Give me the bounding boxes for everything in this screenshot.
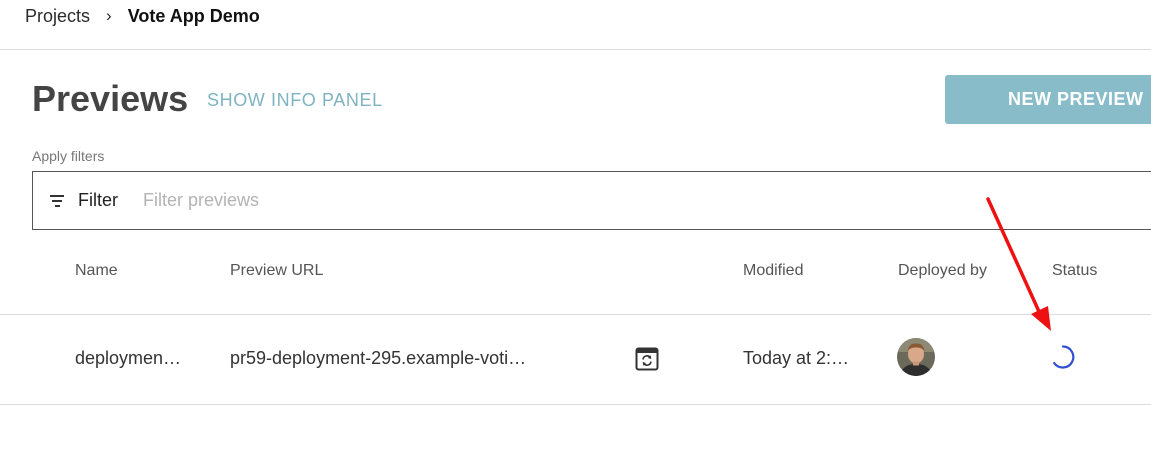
breadcrumb: Projects › Vote App Demo bbox=[25, 4, 260, 28]
row-modified: Today at 2:… bbox=[743, 348, 850, 368]
row-name[interactable]: deploymen… bbox=[75, 348, 181, 369]
page-title: Previews bbox=[32, 78, 189, 119]
table-header-divider bbox=[0, 314, 1151, 315]
chevron-right-icon: › bbox=[106, 6, 112, 25]
column-header-name[interactable]: Name bbox=[75, 262, 118, 280]
header-divider bbox=[0, 49, 1151, 50]
browser-refresh-icon[interactable] bbox=[635, 347, 659, 371]
column-header-status[interactable]: Status bbox=[1052, 262, 1097, 280]
filter-lines-icon[interactable] bbox=[50, 194, 64, 207]
filter-label[interactable]: Filter bbox=[78, 190, 118, 211]
filters-label: Apply filters bbox=[32, 148, 105, 164]
filter-bar[interactable]: Filter bbox=[32, 171, 1151, 230]
new-preview-button[interactable]: NEW PREVIEW bbox=[945, 75, 1151, 124]
row-preview-url[interactable]: pr59-deployment-295.example-voti… bbox=[230, 348, 526, 369]
filter-input[interactable] bbox=[143, 190, 743, 211]
column-header-modified[interactable]: Modified bbox=[743, 262, 803, 280]
show-info-panel-link[interactable]: SHOW INFO PANEL bbox=[207, 90, 383, 111]
loading-spinner-icon bbox=[1050, 344, 1076, 370]
column-header-preview-url[interactable]: Preview URL bbox=[230, 262, 323, 280]
breadcrumb-projects-link[interactable]: Projects bbox=[25, 6, 90, 27]
column-header-deployed-by[interactable]: Deployed by bbox=[898, 262, 987, 280]
breadcrumb-current: Vote App Demo bbox=[127, 5, 260, 26]
table-row-divider bbox=[0, 404, 1151, 405]
avatar[interactable] bbox=[897, 338, 935, 376]
